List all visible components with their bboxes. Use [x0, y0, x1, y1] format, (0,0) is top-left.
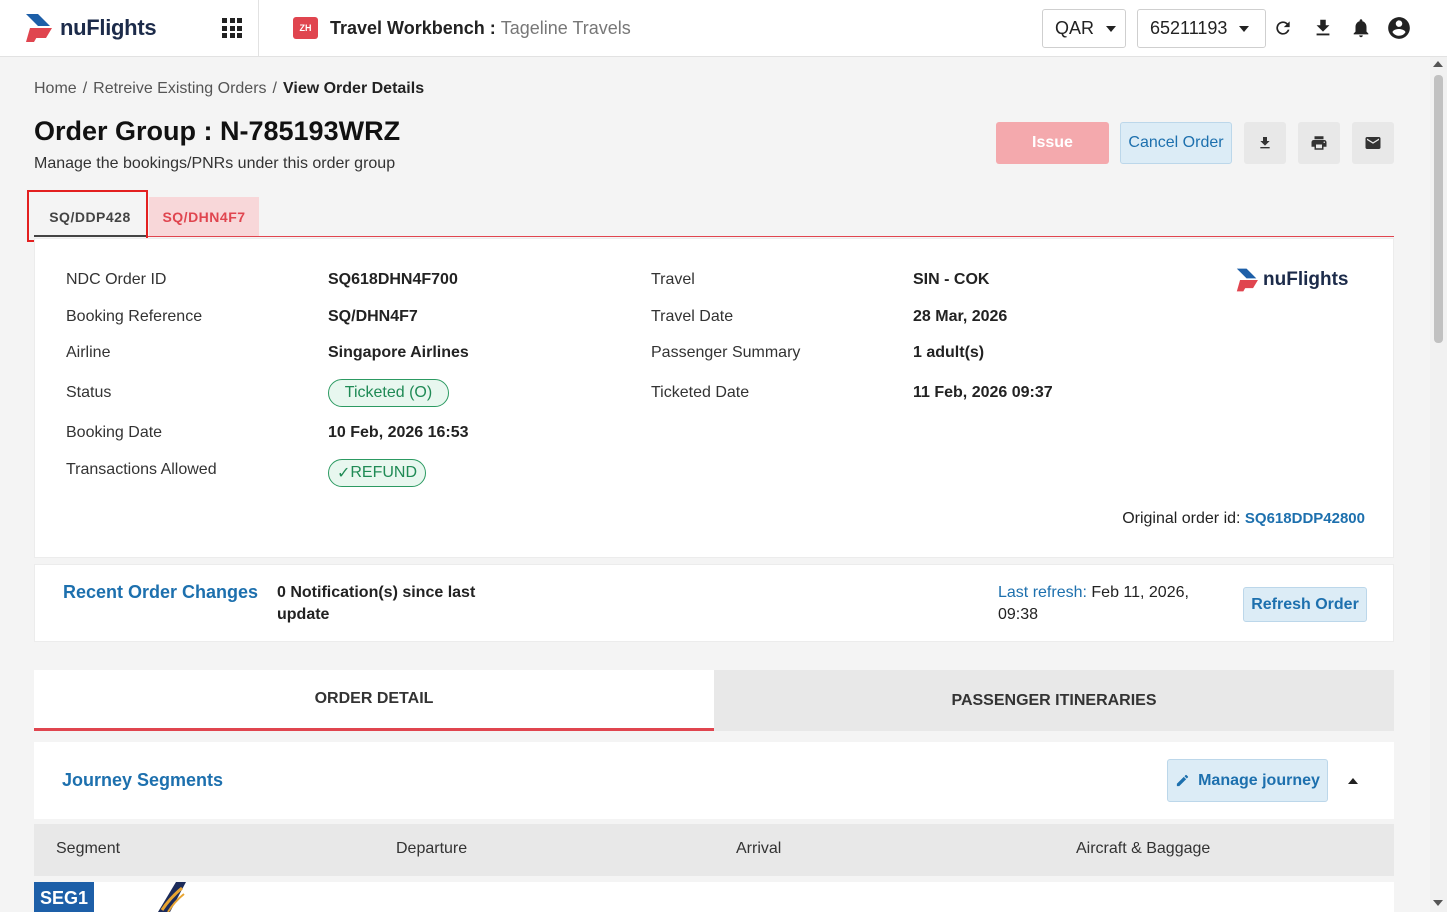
notification-bell-icon[interactable] — [1348, 15, 1374, 41]
passenger-summary-value: 1 adult(s) — [913, 344, 985, 361]
recent-order-changes-title: Recent Order Changes — [63, 582, 259, 602]
table-row: SEG1 — [34, 882, 1394, 912]
scroll-down-icon[interactable] — [1433, 900, 1443, 906]
journey-segments-title: Journey Segments — [62, 770, 224, 790]
refresh-order-button[interactable]: Refresh Order — [1243, 587, 1367, 622]
refresh-icon[interactable] — [1270, 15, 1296, 41]
currency-value: QAR — [1055, 18, 1095, 38]
breadcrumb-home[interactable]: Home — [34, 80, 77, 98]
email-icon — [1365, 137, 1381, 149]
journey-segments-panel: Journey Segments Manage journey — [34, 742, 1394, 819]
page-scrollbar[interactable] — [1430, 57, 1447, 912]
top-bar: nuFlights ZH Travel Workbench : Tageline… — [0, 0, 1447, 57]
main-tabs: ORDER DETAIL PASSENGER ITINERARIES — [34, 670, 1394, 731]
email-order-button[interactable] — [1352, 122, 1394, 164]
selection-highlight — [27, 190, 148, 242]
airline-provider-logo: nuFlights — [1235, 267, 1348, 293]
original-order-link[interactable]: SQ618DDP42800 — [1245, 510, 1365, 527]
workbench-agency: Tageline Travels — [500, 18, 631, 38]
segment-badge: SEG1 — [34, 882, 94, 912]
check-icon: ✓ — [336, 465, 351, 482]
original-order: Original order id: SQ618DDP42800 — [1122, 510, 1365, 528]
refund-badge-label: REFUND — [350, 464, 418, 481]
breadcrumb-separator: / — [272, 80, 277, 97]
download-icon — [1260, 137, 1270, 149]
print-icon — [1311, 136, 1327, 150]
scrollbar-thumb[interactable] — [1434, 75, 1443, 343]
segments-table-header: Segment Departure Arrival Aircraft & Bag… — [34, 824, 1394, 876]
booking-reference-label: Booking Reference — [66, 308, 203, 325]
last-refresh-label: Last refresh: — [998, 584, 1087, 601]
column-departure: Departure — [396, 840, 468, 857]
passenger-summary-label: Passenger Summary — [651, 344, 801, 361]
pnr-tab-label: SQ/DHN4F7 — [162, 208, 246, 225]
breadcrumb-current: View Order Details — [282, 80, 425, 97]
workbench-title: Travel Workbench : Tageline Travels — [330, 18, 631, 39]
airline-label: Airline — [66, 344, 111, 361]
nuflights-logo[interactable]: nuFlights — [24, 10, 157, 46]
ndc-order-id-value: SQ618DHN4F700 — [328, 271, 458, 288]
recent-order-changes-panel: Recent Order Changes 0 Notification(s) s… — [34, 564, 1394, 642]
tab-order-detail[interactable]: ORDER DETAIL — [34, 670, 714, 731]
booking-date-label: Booking Date — [66, 424, 163, 441]
booking-reference-value: SQ/DHN4F7 — [328, 308, 418, 325]
ticketed-date-label: Ticketed Date — [651, 384, 750, 401]
singapore-airlines-logo-icon — [158, 882, 186, 912]
apps-grid-icon[interactable] — [220, 16, 244, 40]
last-refresh: Last refresh: Feb 11, 2026, 09:38 — [998, 582, 1198, 626]
travel-label: Travel — [651, 271, 695, 288]
pnr-tabs: SQ/DDP428 SQ/DHN4F7 — [34, 197, 1394, 237]
chevron-down-icon — [1239, 25, 1250, 32]
travel-date-label: Travel Date — [651, 308, 734, 325]
manage-journey-button[interactable]: Manage journey — [1167, 759, 1328, 802]
account-select[interactable]: 65211193 — [1137, 9, 1266, 48]
order-details-card: NDC Order ID SQ618DHN4F700 Booking Refer… — [34, 238, 1394, 558]
notification-count: 0 Notification(s) since last update — [277, 584, 476, 623]
workbench-icon: ZH — [293, 17, 318, 39]
scroll-up-icon[interactable] — [1433, 61, 1443, 67]
edit-pencil-icon — [1176, 774, 1189, 787]
page-title: Order Group : N-785193WRZ — [34, 116, 401, 146]
account-value: 65211193 — [1150, 18, 1228, 38]
travel-date-value: 28 Mar, 2026 — [913, 308, 1008, 325]
column-aircraft-baggage: Aircraft & Baggage — [1076, 840, 1211, 857]
chevron-up-icon[interactable] — [1346, 774, 1360, 788]
user-account-icon[interactable] — [1386, 15, 1412, 41]
airline-value: Singapore Airlines — [328, 344, 469, 361]
column-segment: Segment — [56, 840, 121, 857]
nuflights-logo-mark-icon — [1236, 268, 1258, 292]
card-logo-text: nuFlights — [1263, 269, 1349, 290]
tab-passenger-itineraries[interactable]: PASSENGER ITINERARIES — [714, 670, 1394, 731]
nuflights-logo-mark-icon — [26, 14, 52, 42]
breadcrumb-separator: / — [82, 80, 88, 97]
workbench-title-separator: : — [484, 18, 501, 38]
download-icon[interactable] — [1310, 15, 1336, 41]
refund-badge: ✓ REFUND — [328, 459, 426, 487]
logo-text: nuFlights — [60, 15, 157, 40]
original-order-label: Original order id: — [1122, 510, 1245, 527]
status-label: Status — [66, 384, 112, 401]
ndc-order-id-label: NDC Order ID — [66, 271, 167, 288]
print-order-button[interactable] — [1298, 122, 1340, 164]
manage-journey-label: Manage journey — [1198, 771, 1320, 789]
breadcrumb-retrieve-orders[interactable]: Retreive Existing Orders — [93, 80, 266, 98]
workbench-title-text: Travel Workbench — [330, 18, 485, 38]
status-badge: Ticketed (O) — [328, 379, 449, 407]
chevron-down-icon — [1106, 25, 1117, 32]
download-order-button[interactable] — [1244, 122, 1286, 164]
ticketed-date-value: 11 Feb, 2026 09:37 — [913, 384, 1053, 401]
cancel-order-button[interactable]: Cancel Order — [1120, 122, 1232, 164]
page-subtitle: Manage the bookings/PNRs under this orde… — [34, 155, 396, 172]
topbar-divider — [258, 0, 259, 57]
breadcrumb: Home / Retreive Existing Orders / View O… — [34, 80, 424, 98]
pnr-tab-sq-dhn4f7[interactable]: SQ/DHN4F7 — [149, 197, 259, 236]
issue-button[interactable]: Issue — [996, 122, 1109, 164]
transactions-allowed-label: Transactions Allowed — [66, 461, 217, 478]
currency-select[interactable]: QAR — [1042, 9, 1126, 48]
column-arrival: Arrival — [736, 840, 782, 857]
travel-value: SIN - COK — [913, 271, 990, 288]
booking-date-value: 10 Feb, 2026 16:53 — [328, 424, 469, 441]
